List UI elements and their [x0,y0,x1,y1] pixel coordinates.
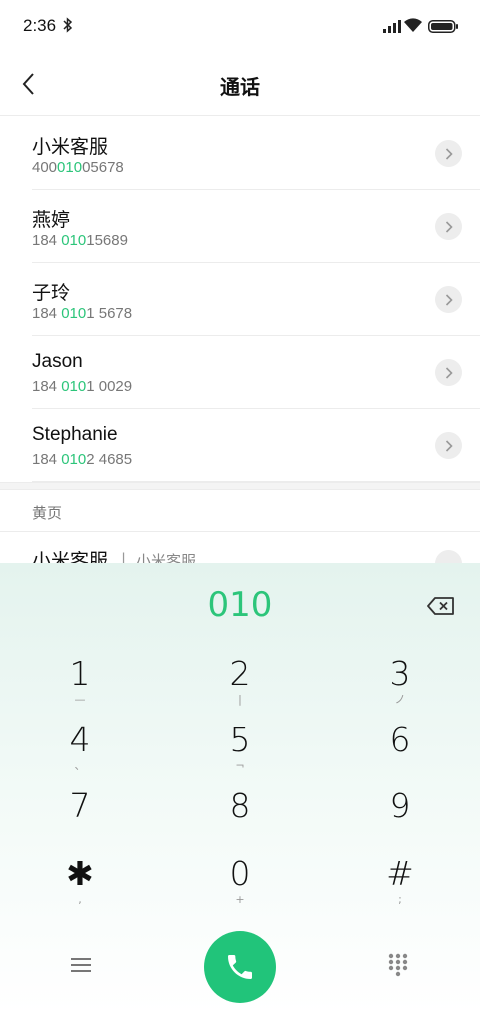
contact-number: 40001005678 [32,159,124,176]
phone-icon [228,955,252,979]
menu-button[interactable] [68,953,94,977]
chevron-right-icon [445,147,453,160]
key-star[interactable]: ✱, [20,855,140,921]
status-time: 2:36 [23,16,57,35]
bluetooth-icon [63,17,73,37]
delete-button[interactable] [426,594,456,618]
yellow-pages-header: 黄页 [0,490,480,532]
contact-detail-button[interactable] [435,432,462,459]
key-9[interactable]: 9 [340,787,460,853]
key-3[interactable]: 3ノ [340,655,460,721]
key-4[interactable]: 4、 [20,721,140,787]
contact-row[interactable]: 子玲 184 0101 5678 [32,263,480,336]
contact-detail-button[interactable] [435,286,462,313]
key-6[interactable]: 6 [340,721,460,787]
keypad-toggle-button[interactable] [388,953,410,977]
wifi-icon [404,17,422,36]
call-button[interactable] [204,931,276,1003]
section-divider [0,482,480,490]
chevron-right-icon [445,366,453,379]
contact-detail-button[interactable] [435,140,462,167]
cellular-signal-icon [383,18,401,37]
key-0[interactable]: 0 + [180,855,300,921]
status-bar: 2:36 [0,0,480,52]
contact-number: 184 0101 0029 [32,378,133,395]
contact-name: Jason [32,351,83,372]
contact-number: 184 0102 4685 [32,451,133,468]
chevron-right-icon [445,220,453,233]
contact-name: 小米客服 [32,137,109,158]
backspace-icon [427,597,454,615]
chevron-right-icon [445,439,453,452]
key-2[interactable]: 2 | [180,655,300,721]
key-5[interactable]: 5 ¬ [180,721,300,787]
contact-row[interactable]: Jason 184 0101 0029 [32,336,480,409]
contact-name: 子玲 [32,283,71,304]
contact-row[interactable]: 小米客服 40001005678 [32,117,480,190]
contact-name: Stephanie [32,424,118,445]
page-title: 通话 [220,75,260,99]
contact-detail-button[interactable] [435,213,462,240]
battery-icon [428,18,458,37]
key-8[interactable]: 8 [180,787,300,853]
contact-number: 184 01015689 [32,232,128,249]
key-1[interactable]: 1— [20,655,140,721]
contact-row[interactable]: 燕婷 184 01015689 [32,190,480,263]
contact-row[interactable]: Stephanie 184 0102 4685 [32,409,480,482]
contact-number: 184 0101 5678 [32,305,133,322]
keypad-icon [388,953,408,977]
section-label: 黄页 [32,504,63,522]
contact-list: 小米客服 40001005678 燕婷 184 01015689 子玲 184 … [0,117,480,482]
dialpad: 010 1— 2 | 3ノ 4、 5 ¬ 6 7 8 9 ✱, 0 + #; [0,563,480,1013]
menu-icon [71,958,91,972]
chevron-right-icon [445,293,453,306]
header: 通话 [0,52,480,116]
contact-name: 燕婷 [32,210,71,231]
contact-detail-button[interactable] [435,359,462,386]
dialed-number: 010 [207,585,273,625]
key-7[interactable]: 7 [20,787,140,853]
key-hash[interactable]: #; [340,855,460,921]
